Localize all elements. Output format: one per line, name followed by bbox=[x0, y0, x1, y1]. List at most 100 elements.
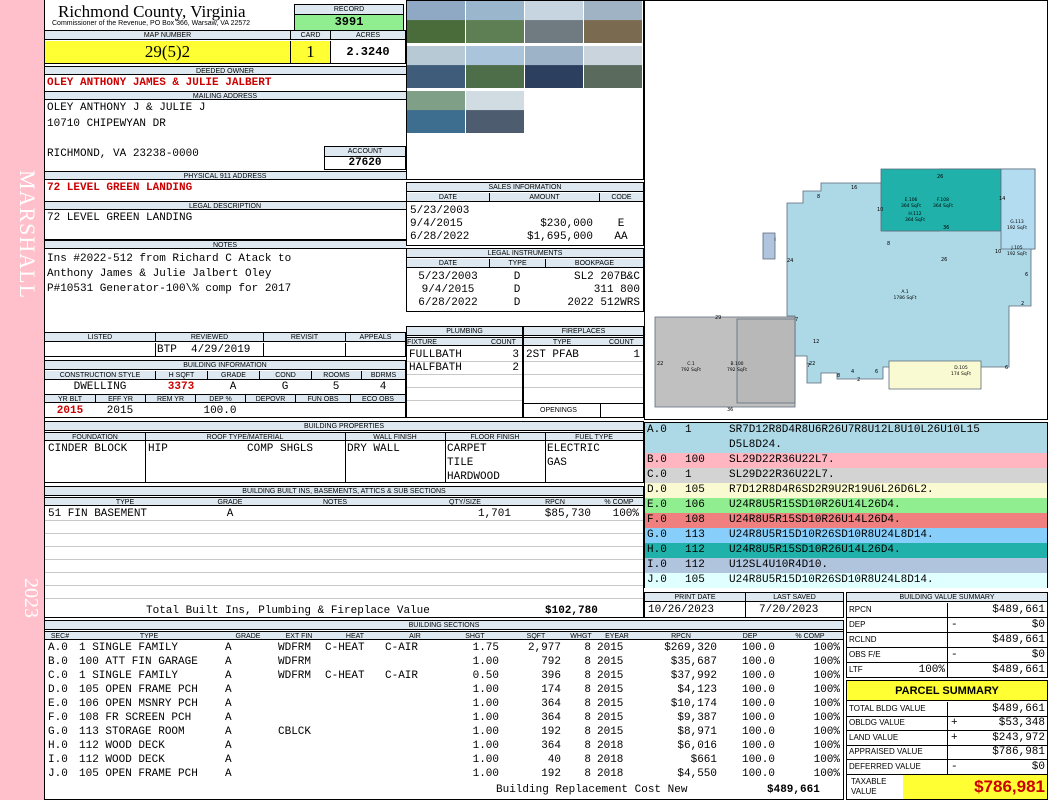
built-ins-row-line bbox=[45, 559, 643, 560]
sketch-code-row: I.0 112 U12SL4U10R4D10. bbox=[645, 558, 1047, 573]
section-cell: 100.0 bbox=[741, 698, 775, 710]
parcel-body: TOTAL BLDG VALUE $489,661 OBLDG VALUE + $53,… bbox=[847, 702, 1047, 775]
section-cell: H.0 bbox=[48, 740, 68, 752]
bi-header: COND bbox=[259, 371, 311, 380]
section-cell: 8 bbox=[584, 754, 591, 766]
section-cell: $4,123 bbox=[677, 684, 717, 696]
parcel-label: DEFERRED VALUE bbox=[849, 761, 921, 771]
sketch-label: F.108 bbox=[937, 197, 949, 203]
sketch-codes: A.0 1 SR7D12R8D4R8U6R26U7R8U12L8U10L26U10L… bbox=[644, 422, 1048, 588]
section-cell: 100.0 bbox=[741, 768, 775, 780]
value-summary-label: OBS F/E bbox=[849, 650, 881, 659]
sketch-dimension: 36 bbox=[727, 407, 733, 413]
section-cell: 8 bbox=[584, 712, 591, 724]
sales-body: DATE AMOUNT CODE 5/23/2003 9/4/2015 $230,000 E… bbox=[407, 193, 643, 245]
section-cell: 8 bbox=[584, 670, 591, 682]
bi-header: BDRMS bbox=[361, 371, 405, 380]
props-col-3 bbox=[445, 432, 446, 483]
reviewed-label: REVIEWED bbox=[155, 333, 263, 342]
section-cell: 8 bbox=[584, 698, 591, 710]
sketch-dimension: 6 bbox=[1005, 365, 1008, 371]
built-ins-row-line bbox=[45, 533, 643, 534]
value-summary-label: DEP bbox=[849, 620, 866, 629]
legal-description-label: LEGAL DESCRIPTION bbox=[44, 201, 406, 210]
revisit-label: REVISIT bbox=[263, 333, 345, 342]
bi-header: H SQFT bbox=[155, 371, 207, 380]
house-front-photo bbox=[466, 91, 524, 133]
sketch-code-sec: F.0 bbox=[647, 514, 667, 526]
notes-line-2: Anthony James & Julie Jalbert Oley bbox=[47, 268, 272, 280]
section-cell: 100.0 bbox=[741, 726, 775, 738]
value-summary-body: RPCN $489,661 DEP - $0 RCLND $489,661 OBS F/E - $… bbox=[847, 603, 1047, 678]
waterfront-photo bbox=[407, 1, 465, 43]
plumbing-row-line bbox=[407, 400, 522, 401]
section-cell: 100% bbox=[813, 698, 840, 710]
solar-panel-photo bbox=[525, 46, 583, 88]
sales-cell: $1,695,000 bbox=[526, 231, 593, 243]
sections-header: SQFT bbox=[505, 631, 567, 640]
sales-cell: 9/4/2015 bbox=[410, 218, 463, 230]
section-g-shape bbox=[1000, 168, 1036, 250]
sketch-code-num: 105 bbox=[685, 484, 705, 496]
sketch-code-row: D.0 105 R7D12R8D4R6SD2R9U2R19U6L26D6L2. bbox=[645, 483, 1047, 498]
bi-header: CONSTRUCTION STYLE bbox=[45, 371, 155, 380]
section-cell: 100.0 bbox=[741, 670, 775, 682]
fp-type-header: TYPE bbox=[524, 337, 600, 346]
sketch-dimension: 6 bbox=[875, 369, 878, 375]
sketch-dimension: 8 bbox=[887, 241, 890, 247]
reviewed-date: 4/29/2019 bbox=[191, 344, 251, 356]
sketch-label: 364 SqFt bbox=[905, 217, 925, 223]
value-summary: BUILDING VALUE SUMMARY RPCN $489,661 DEP - $… bbox=[846, 592, 1048, 678]
fireplace-title: FIREPLACES bbox=[524, 327, 643, 336]
value-summary-label: RCLND bbox=[849, 635, 877, 644]
taxable-rule bbox=[847, 774, 1047, 775]
sections-header: EYEAR bbox=[595, 631, 639, 640]
fixture-header: FIXTURE bbox=[407, 337, 485, 346]
sketch-label: 192 SqFt bbox=[1007, 251, 1027, 257]
sketch-code-desc: U24R8U5R15SD10R26U14L26D4. bbox=[729, 499, 901, 511]
sections-header: DEP bbox=[723, 631, 777, 640]
roof-material-value: COMP SHGLS bbox=[247, 443, 314, 455]
building-info-row: CONSTRUCTION STYLE DWELLING H SQFT 3373 GRAD… bbox=[45, 371, 405, 393]
replacement-total: $489,661 bbox=[767, 784, 820, 796]
sketch-code-row: G.0 113 U24R8U5R15D10R26SD10R8U24L8D14. bbox=[645, 528, 1047, 543]
instruments-cell: 5/23/2003 bbox=[418, 271, 478, 283]
section-cell: 1.00 bbox=[472, 768, 499, 780]
sketch-dimension: 8 bbox=[837, 373, 840, 379]
sales-cell: 6/28/2022 bbox=[410, 231, 470, 243]
record-box: RECORD 3991 bbox=[294, 4, 404, 30]
sketch-code-desc: SR7D12R8D4R8U6R26U7R8U12L8U10L26U10L15 bbox=[729, 424, 980, 436]
taxable-value: $786,981 bbox=[903, 775, 1047, 799]
sketch-code-num: 1 bbox=[685, 469, 692, 481]
sketch-dimension: 2 bbox=[857, 377, 860, 383]
tax-year: 2023 bbox=[20, 578, 42, 618]
sketch-label: 364 SqFt bbox=[933, 203, 953, 209]
section-cell: $9,387 bbox=[677, 712, 717, 724]
section-cell: I.0 bbox=[48, 754, 68, 766]
properties-title: BUILDING PROPERTIES bbox=[45, 422, 643, 431]
section-cell: B.0 bbox=[48, 656, 68, 668]
section-cell: 0.50 bbox=[472, 670, 499, 682]
sketch-dimension: 10 bbox=[995, 249, 1001, 255]
sales-title: SALES INFORMATION bbox=[407, 183, 643, 192]
boardwalk-photo bbox=[584, 1, 642, 43]
plumbing-fixture: HALFBATH bbox=[409, 362, 462, 374]
section-cell: 1.00 bbox=[472, 684, 499, 696]
sketch-code-num: 106 bbox=[685, 499, 705, 511]
section-cell: 100% bbox=[813, 684, 840, 696]
parcel-label: OBLDG VALUE bbox=[849, 718, 905, 728]
value-summary-label: LTF bbox=[849, 665, 863, 674]
section-cell: 100.0 bbox=[741, 656, 775, 668]
instruments-cell: D bbox=[513, 284, 521, 296]
sketch-label: G.113 bbox=[1010, 219, 1024, 225]
section-cell: D.0 bbox=[48, 684, 68, 696]
section-cell: 40 bbox=[547, 754, 561, 766]
bi-value-2: 2015 bbox=[106, 405, 134, 417]
sections-header: HEAT bbox=[325, 631, 385, 640]
built-ins-cell: $85,730 bbox=[544, 508, 591, 520]
section-cell: 100% bbox=[813, 754, 840, 766]
floor-finish-2: TILE bbox=[447, 457, 474, 469]
sections-headers: SEC# TYPE GRADE EXT FIN HEAT AIR SHGT SQFT WHGT E… bbox=[45, 631, 843, 640]
sales-header: DATE bbox=[407, 193, 489, 202]
sketch-dimension: 36 bbox=[943, 225, 949, 231]
